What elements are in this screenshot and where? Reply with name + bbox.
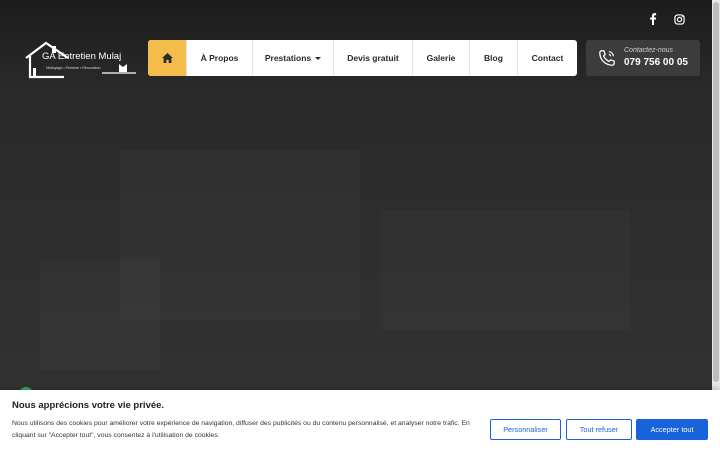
- customize-button[interactable]: Personnaliser: [490, 419, 561, 440]
- nav-label: Prestations: [264, 53, 312, 63]
- nav-home[interactable]: [148, 40, 187, 76]
- facebook-icon[interactable]: [646, 12, 660, 26]
- social-links: [646, 12, 686, 26]
- nav-label: Galerie: [426, 53, 456, 63]
- site-logo[interactable]: GA Entretien Mulaj Nettoyage • Peinture …: [24, 40, 136, 80]
- nav-label: Blog: [484, 53, 503, 63]
- nav-devis-gratuit[interactable]: Devis gratuit: [334, 40, 413, 76]
- contact-label: Contactez-nous: [624, 47, 674, 54]
- contact-phone-number: 079 756 00 05: [624, 57, 688, 68]
- nav-label: Devis gratuit: [347, 53, 399, 63]
- instagram-icon[interactable]: [672, 12, 686, 26]
- cookie-banner: Nous apprécions votre vie privée. Nous u…: [0, 390, 720, 450]
- contact-phone-box[interactable]: Contactez-nous 079 756 00 05: [586, 40, 700, 76]
- nav-label: À Propos: [200, 53, 239, 63]
- cookie-title: Nous apprécions votre vie privée.: [12, 400, 165, 411]
- nav-a-propos[interactable]: À Propos: [187, 40, 253, 76]
- hero-shape: [380, 210, 630, 330]
- nav-blog[interactable]: Blog: [470, 40, 518, 76]
- cookie-text: Nous utilisons des cookies pour améliore…: [12, 420, 470, 439]
- home-icon: [161, 53, 173, 63]
- hero-shape: [40, 260, 160, 370]
- brand-tagline: Nettoyage • Peinture • Rénovation: [46, 66, 101, 70]
- brand-name: GA Entretien Mulaj: [42, 51, 122, 62]
- accept-all-button[interactable]: Accepter tout: [636, 419, 708, 440]
- nav-galerie[interactable]: Galerie: [413, 40, 470, 76]
- phone-icon: [599, 50, 615, 66]
- scrollbar-thumb[interactable]: [713, 2, 719, 382]
- nav-contact[interactable]: Contact: [518, 40, 577, 76]
- page-scrollbar[interactable]: [712, 0, 720, 450]
- refuse-all-button[interactable]: Tout refuser: [566, 419, 632, 440]
- nav-label: Contact: [531, 53, 564, 63]
- caret-down-icon: [315, 56, 322, 60]
- main-navigation: À Propos Prestations Devis gratuit Galer…: [148, 40, 577, 76]
- nav-prestations[interactable]: Prestations: [253, 40, 334, 76]
